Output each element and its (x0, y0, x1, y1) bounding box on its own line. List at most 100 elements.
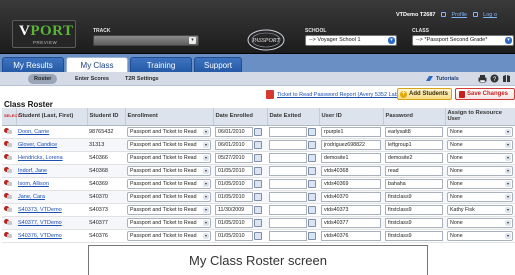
calendar-icon[interactable] (254, 166, 262, 175)
select-cell[interactable] (2, 177, 16, 191)
password-input[interactable]: leftgroup1 (385, 139, 443, 150)
select-student-icon[interactable] (4, 153, 12, 160)
select-cell[interactable] (2, 138, 16, 152)
calendar-icon[interactable] (254, 140, 262, 149)
school-select[interactable]: --> Voyager School 1 ▾ (305, 35, 397, 46)
select-student-icon[interactable] (4, 140, 12, 147)
subnav-roster[interactable]: Roster (28, 74, 58, 84)
enrollment-select[interactable]: Passport and Ticket to Read ▾ (127, 152, 211, 163)
user-id-input[interactable]: vtds40377 (321, 217, 381, 228)
book-icon[interactable] (502, 74, 511, 83)
date-exited-input[interactable] (269, 152, 307, 163)
date-enrolled-input[interactable]: 01/05/2010 (215, 178, 253, 189)
logout-link[interactable]: Log o (483, 12, 497, 18)
add-students-button[interactable]: + Add Students (397, 88, 452, 100)
column-header-enrollment[interactable]: Enrollment (125, 108, 214, 126)
column-header-student[interactable]: Student (Last, First) (16, 108, 88, 126)
help-icon[interactable]: ? (490, 74, 499, 83)
select-student-icon[interactable] (4, 179, 12, 186)
column-header-user-id[interactable]: User ID (319, 108, 384, 126)
password-input[interactable]: firstclass9 (385, 204, 443, 215)
date-enrolled-input[interactable]: 01/05/2010 (215, 217, 253, 228)
assign-resource-select[interactable]: None ▾ (447, 178, 513, 189)
subnav-enter-scores[interactable]: Enter Scores (75, 74, 109, 84)
date-enrolled-input[interactable]: 05/27/2010 (215, 152, 253, 163)
select-student-icon[interactable] (4, 218, 12, 225)
assign-resource-select[interactable]: None ▾ (447, 191, 513, 202)
student-name-link[interactable]: Indorf, Jane (18, 168, 47, 174)
date-exited-input[interactable] (269, 204, 307, 215)
print-icon[interactable] (478, 74, 487, 83)
column-header-student-id[interactable]: Student ID (87, 108, 126, 126)
password-input[interactable]: firstclass9 (385, 191, 443, 202)
select-cell[interactable] (2, 229, 16, 243)
column-header-password[interactable]: Password (383, 108, 446, 126)
calendar-icon[interactable] (254, 179, 262, 188)
user-id-input[interactable]: vtds40368 (321, 165, 381, 176)
select-cell[interactable] (2, 203, 16, 217)
calendar-icon[interactable] (308, 153, 316, 162)
date-enrolled-input[interactable]: 06/01/2010 (215, 126, 253, 137)
student-name-link[interactable]: Jane, Cara (18, 194, 45, 200)
date-enrolled-input[interactable]: 06/01/2010 (215, 139, 253, 150)
enrollment-select[interactable]: Passport and Ticket to Read ▾ (127, 191, 211, 202)
password-input[interactable]: firstclass9 (385, 230, 443, 241)
student-name-link[interactable]: Doon, Carrie (18, 129, 49, 135)
student-name-link[interactable]: S40373, VTDemo (18, 207, 62, 213)
tab-my-class[interactable]: My Class (66, 57, 128, 72)
select-cell[interactable] (2, 164, 16, 178)
date-enrolled-input[interactable]: 01/05/2010 (215, 191, 253, 202)
user-id-input[interactable]: demosite1 (321, 152, 381, 163)
save-changes-button[interactable]: Save Changes (455, 88, 515, 100)
calendar-icon[interactable] (254, 153, 262, 162)
date-exited-input[interactable] (269, 178, 307, 189)
student-name-link[interactable]: Isom, Allison (18, 181, 49, 187)
select-cell[interactable] (2, 125, 16, 139)
calendar-icon[interactable] (254, 205, 262, 214)
calendar-icon[interactable] (308, 127, 316, 136)
date-exited-input[interactable] (269, 126, 307, 137)
student-name-link[interactable]: S40377, VTDemo (18, 220, 62, 226)
calendar-icon[interactable] (308, 231, 316, 240)
tab-my-results[interactable]: My Results (2, 57, 64, 72)
calendar-icon[interactable] (308, 140, 316, 149)
date-exited-input[interactable] (269, 217, 307, 228)
assign-resource-select[interactable]: None ▾ (447, 152, 513, 163)
user-id-input[interactable]: vtds40373 (321, 204, 381, 215)
calendar-icon[interactable] (254, 218, 262, 227)
tutorials-link[interactable]: Tutorials (436, 74, 459, 84)
enrollment-select[interactable]: Passport and Ticket to Read ▾ (127, 230, 211, 241)
enrollment-select[interactable]: Passport and Ticket to Read ▾ (127, 139, 211, 150)
date-enrolled-input[interactable]: 11/30/2009 (215, 204, 253, 215)
select-student-icon[interactable] (4, 166, 12, 173)
date-enrolled-input[interactable]: 01/05/2010 (215, 230, 253, 241)
date-exited-input[interactable] (269, 139, 307, 150)
calendar-icon[interactable] (254, 127, 262, 136)
calendar-icon[interactable] (308, 166, 316, 175)
calendar-icon[interactable] (308, 179, 316, 188)
password-input[interactable]: read (385, 165, 443, 176)
student-name-link[interactable]: Glover, Candice (18, 142, 57, 148)
date-exited-input[interactable] (269, 230, 307, 241)
calendar-icon[interactable] (308, 218, 316, 227)
profile-link[interactable]: Profile (452, 12, 468, 18)
assign-resource-select[interactable]: None ▾ (447, 126, 513, 137)
calendar-icon[interactable] (308, 205, 316, 214)
column-header-assign-resource[interactable]: Assign to Resource User (445, 108, 515, 126)
ticket-password-report-link[interactable]: Ticket to Read Password Report (Avery 53… (277, 92, 407, 98)
tab-support[interactable]: Support (194, 57, 242, 72)
user-id-input[interactable]: vtds40369 (321, 178, 381, 189)
calendar-icon[interactable] (254, 192, 262, 201)
date-exited-input[interactable] (269, 191, 307, 202)
select-cell[interactable] (2, 216, 16, 230)
column-header-date-enrolled[interactable]: Date Enrolled (213, 108, 268, 126)
student-name-link[interactable]: Hendricks, Lorena (18, 155, 63, 161)
tab-training[interactable]: Training (130, 57, 192, 72)
password-input[interactable]: firstclass9 (385, 217, 443, 228)
student-name-link[interactable]: S40376, VTDemo (18, 233, 62, 239)
select-student-icon[interactable] (4, 192, 12, 199)
calendar-icon[interactable] (308, 192, 316, 201)
assign-resource-select[interactable]: None ▾ (447, 139, 513, 150)
assign-resource-select[interactable]: None ▾ (447, 217, 513, 228)
password-input[interactable]: bahaha (385, 178, 443, 189)
